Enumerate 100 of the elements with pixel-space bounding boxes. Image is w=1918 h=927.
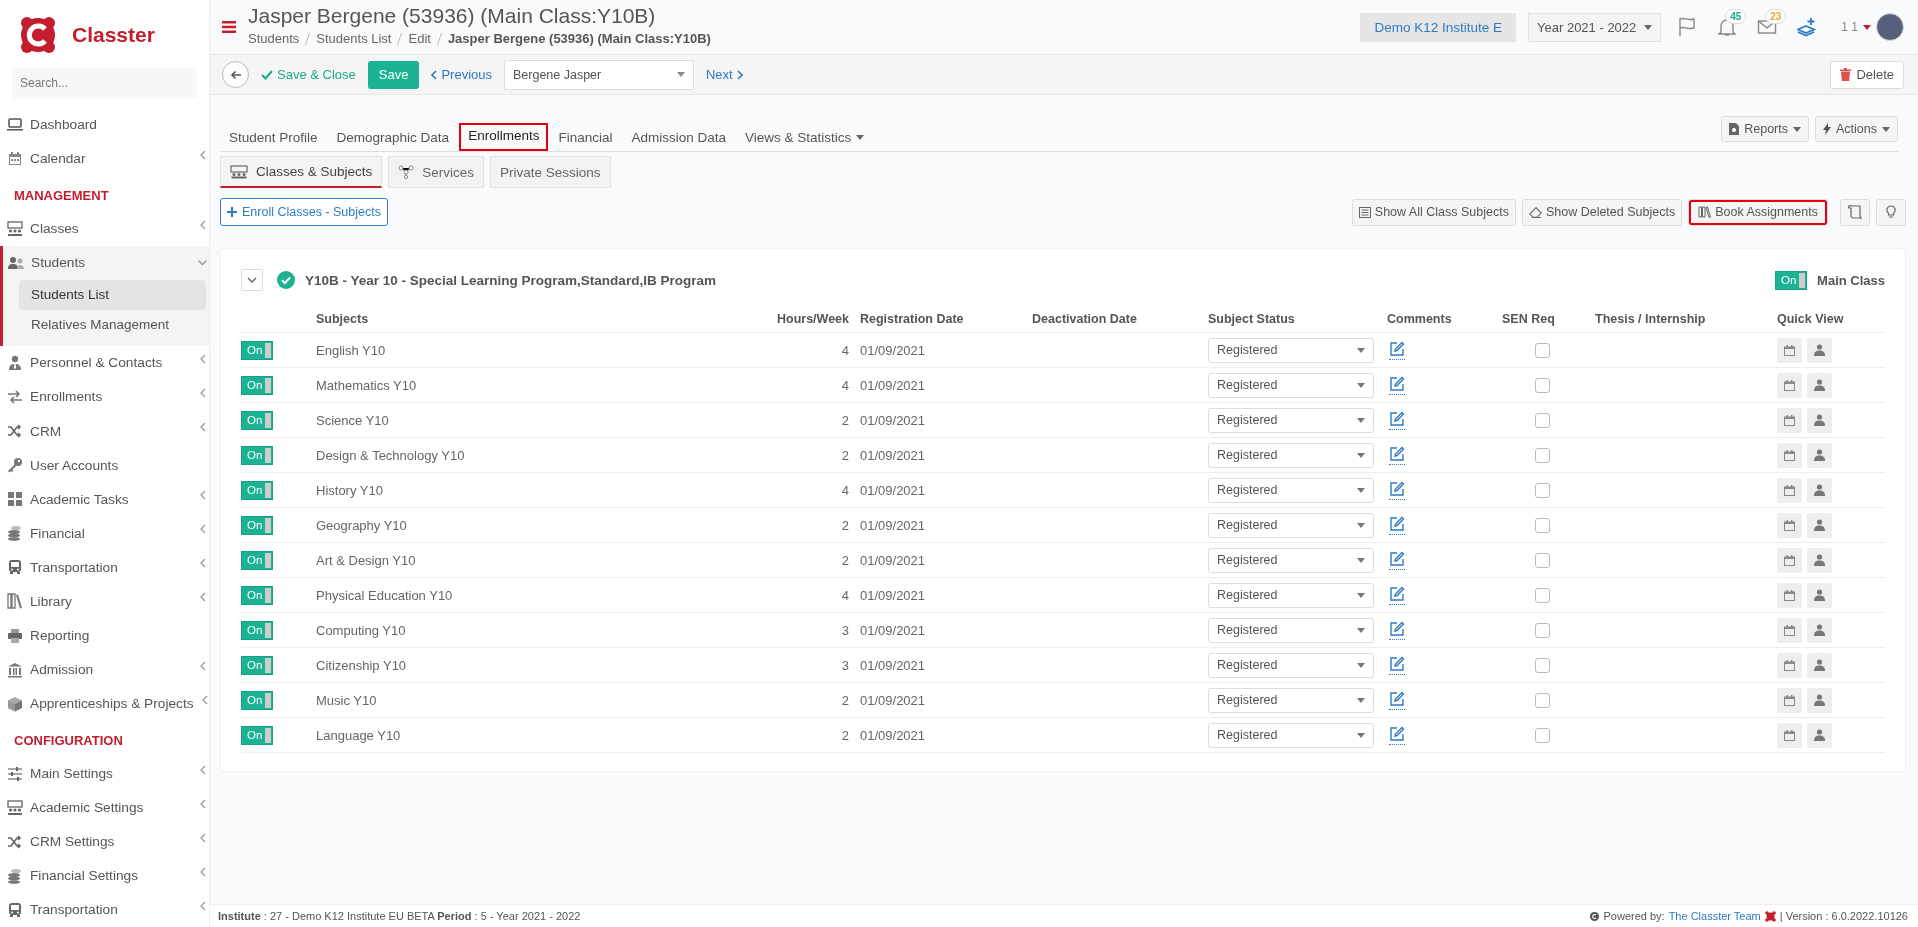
person-button[interactable]: [1807, 582, 1832, 608]
checkbox[interactable]: [1535, 727, 1550, 743]
toolbar-button[interactable]: Show All Class Subjects: [1351, 198, 1516, 226]
sidebar-item[interactable]: Academic Settings: [0, 790, 209, 825]
calendar-button[interactable]: [1777, 407, 1802, 433]
sidebar-item[interactable]: User Accounts: [0, 448, 209, 483]
subtab[interactable]: Classes & Subjects: [220, 156, 383, 188]
status-dropdown[interactable]: Registered: [1208, 687, 1374, 713]
sidebar-item[interactable]: Classes: [0, 211, 209, 246]
enroll-button[interactable]: Enroll Classes - Subjects: [220, 198, 388, 226]
status-dropdown[interactable]: Registered: [1208, 582, 1374, 608]
breadcrumb-link[interactable]: Students List: [316, 31, 392, 46]
sidebar-item[interactable]: CRM Settings: [0, 824, 209, 859]
status-dropdown[interactable]: Registered: [1208, 372, 1374, 398]
subtab[interactable]: Private Sessions: [490, 156, 611, 188]
status-dropdown[interactable]: Registered: [1208, 512, 1374, 538]
reports-button[interactable]: Reports: [1721, 116, 1809, 142]
flag-icon[interactable]: [1677, 17, 1698, 37]
tab[interactable]: Financial: [549, 129, 622, 151]
checkbox[interactable]: [1535, 657, 1550, 673]
edit-icon[interactable]: [1389, 725, 1405, 745]
checkbox[interactable]: [1535, 447, 1550, 463]
sidebar-item[interactable]: CRM: [0, 414, 209, 449]
checkbox[interactable]: [1535, 377, 1550, 393]
calendar-button[interactable]: [1777, 477, 1802, 503]
checkbox[interactable]: [1535, 342, 1550, 358]
calendar-button[interactable]: [1777, 442, 1802, 468]
actions-button[interactable]: Actions: [1815, 116, 1898, 142]
person-button[interactable]: [1807, 617, 1832, 643]
sidebar-item[interactable]: Apprenticeships & Projects: [0, 686, 209, 721]
breadcrumb-link[interactable]: Edit: [408, 31, 431, 46]
tab[interactable]: Views & Statistics: [736, 129, 874, 151]
layers-icon[interactable]: [1797, 17, 1818, 37]
calendar-button[interactable]: [1777, 582, 1802, 608]
tab[interactable]: Demographic Data: [327, 129, 459, 151]
sidebar-item[interactable]: Transportation: [0, 550, 209, 585]
student-dropdown[interactable]: Bergene Jasper: [504, 59, 694, 90]
checkbox[interactable]: [1535, 622, 1550, 638]
checkbox[interactable]: [1535, 692, 1550, 708]
person-button[interactable]: [1807, 477, 1832, 503]
expand-button[interactable]: [241, 269, 263, 291]
sidebar-item[interactable]: Admission: [0, 652, 209, 687]
calendar-button[interactable]: [1777, 372, 1802, 398]
status-dropdown[interactable]: Registered: [1208, 407, 1374, 433]
person-button[interactable]: [1807, 442, 1832, 468]
sidebar-item[interactable]: Library: [0, 584, 209, 619]
sidebar-item[interactable]: Main Settings: [0, 756, 209, 791]
person-button[interactable]: [1807, 337, 1832, 363]
search-field[interactable]: Search...: [12, 67, 197, 98]
edit-icon[interactable]: [1389, 340, 1405, 360]
edit-icon[interactable]: [1389, 620, 1405, 640]
calendar-button[interactable]: [1777, 337, 1802, 363]
tab[interactable]: Admission Data: [622, 129, 735, 151]
status-dropdown[interactable]: Registered: [1208, 547, 1374, 573]
edit-icon[interactable]: [1389, 410, 1405, 430]
back-button[interactable]: [222, 61, 249, 88]
edit-icon[interactable]: [1389, 690, 1405, 710]
sidebar-item[interactable]: Financial Settings: [0, 858, 209, 893]
edit-icon[interactable]: [1389, 375, 1405, 395]
sidebar-item[interactable]: Calendar: [0, 141, 209, 176]
calendar-button[interactable]: [1777, 687, 1802, 713]
lightbulb-button[interactable]: [1876, 198, 1906, 226]
sidebar-item[interactable]: Dashboard: [0, 107, 209, 142]
person-button[interactable]: [1807, 687, 1832, 713]
person-button[interactable]: [1807, 407, 1832, 433]
tab[interactable]: Student Profile: [220, 129, 327, 151]
delete-button[interactable]: Delete: [1830, 60, 1904, 89]
year-dropdown[interactable]: Year 2021 - 2022: [1528, 12, 1662, 42]
subtab[interactable]: Services: [388, 156, 485, 188]
sidebar-item[interactable]: Academic Tasks: [0, 482, 209, 517]
calendar-button[interactable]: [1777, 652, 1802, 678]
status-dropdown[interactable]: Registered: [1208, 442, 1374, 468]
sidebar-item[interactable]: Transportation: [0, 892, 209, 927]
next-link[interactable]: Next: [706, 67, 743, 82]
sidebar-item[interactable]: Reporting: [0, 618, 209, 653]
person-button[interactable]: [1807, 722, 1832, 748]
submenu-item[interactable]: Relatives Management: [19, 309, 206, 340]
checkbox[interactable]: [1535, 587, 1550, 603]
toolbar-button[interactable]: Show Deleted Subjects: [1521, 198, 1683, 226]
status-dropdown[interactable]: Registered: [1208, 722, 1374, 748]
menu-icon[interactable]: [222, 21, 236, 33]
sidebar-item[interactable]: Financial: [0, 516, 209, 551]
sidebar-item[interactable]: Enrollments: [0, 379, 209, 414]
tab[interactable]: Enrollments: [459, 123, 549, 151]
checkbox[interactable]: [1535, 517, 1550, 533]
edit-icon[interactable]: [1389, 550, 1405, 570]
institute-button[interactable]: Demo K12 Institute E: [1360, 12, 1517, 42]
status-dropdown[interactable]: Registered: [1208, 617, 1374, 643]
status-dropdown[interactable]: Registered: [1208, 337, 1374, 363]
previous-link[interactable]: Previous: [431, 67, 492, 82]
edit-icon[interactable]: [1389, 655, 1405, 675]
avatar[interactable]: [1876, 13, 1904, 41]
sidebar-item[interactable]: Students: [3, 245, 209, 280]
checkbox[interactable]: [1535, 482, 1550, 498]
person-button[interactable]: [1807, 652, 1832, 678]
edit-icon[interactable]: [1389, 585, 1405, 605]
calendar-button[interactable]: [1777, 617, 1802, 643]
toolbar-button[interactable]: Book Assignments: [1688, 198, 1828, 226]
edit-icon[interactable]: [1389, 480, 1405, 500]
edit-icon[interactable]: [1389, 445, 1405, 465]
